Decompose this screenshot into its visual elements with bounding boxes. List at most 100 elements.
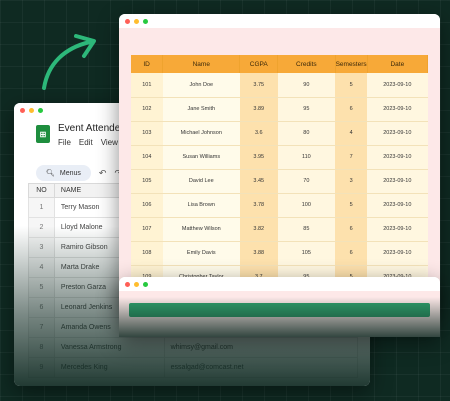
students-titlebar — [119, 14, 440, 28]
student-id[interactable]: 101 — [131, 73, 163, 98]
student-semesters[interactable]: 7 — [335, 145, 368, 170]
student-cgpa[interactable]: 3.45 — [239, 169, 278, 194]
student-date[interactable]: 2023-09-10 — [367, 97, 428, 122]
row-number[interactable]: 7 — [28, 317, 55, 338]
student-credits[interactable]: 110 — [277, 145, 336, 170]
student-cgpa[interactable]: 3.95 — [239, 145, 278, 170]
col-header-id[interactable]: ID — [131, 55, 164, 73]
student-credits[interactable]: 105 — [277, 241, 336, 266]
student-credits[interactable]: 95 — [277, 97, 336, 122]
table-row[interactable]: 103 Michael Johnson 3.6 80 4 2023-09-10 — [131, 121, 428, 146]
student-id[interactable]: 107 — [131, 217, 163, 242]
table-row[interactable]: 105 David Lee 3.45 70 3 2023-09-10 — [131, 169, 428, 194]
student-id[interactable]: 103 — [131, 121, 163, 146]
table-row[interactable]: 102 Jane Smith 3.89 95 6 2023-09-10 — [131, 97, 428, 122]
col-header-name[interactable]: Name — [162, 55, 241, 73]
table-row[interactable]: 106 Lisa Brown 3.78 100 5 2023-09-10 — [131, 193, 428, 218]
curved-arrow-icon — [42, 34, 96, 90]
student-name[interactable]: John Doe — [162, 73, 240, 98]
row-number[interactable]: 8 — [28, 337, 55, 358]
student-date[interactable]: 2023-09-10 — [367, 145, 428, 170]
table-row[interactable]: 108 Emily Davis 3.88 105 6 2023-09-10 — [131, 241, 428, 266]
student-name[interactable]: Jane Smith — [162, 97, 240, 122]
table-row[interactable]: 8 Vanessa Armstrong whimsy@gmail.com — [28, 337, 359, 358]
student-cgpa[interactable]: 3.6 — [239, 121, 278, 146]
close-dot[interactable] — [20, 107, 25, 113]
student-credits[interactable]: 70 — [277, 169, 336, 194]
student-name[interactable]: Lisa Brown — [162, 193, 240, 218]
table-row[interactable]: 107 Matthew Wilson 3.82 85 6 2023-09-10 — [131, 217, 428, 242]
student-cgpa[interactable]: 3.82 — [239, 217, 278, 242]
close-dot[interactable] — [125, 18, 130, 24]
row-number[interactable]: 1 — [28, 197, 55, 218]
sheets-logo-icon: ⊞ — [36, 125, 50, 143]
student-credits[interactable]: 90 — [277, 73, 336, 98]
attendee-name[interactable]: Mercedes King — [53, 357, 165, 378]
student-semesters[interactable]: 5 — [335, 73, 368, 98]
row-number[interactable]: 2 — [28, 217, 55, 238]
attendee-email[interactable]: essalgad@comcast.net — [163, 357, 359, 378]
student-date[interactable]: 2023-09-10 — [367, 169, 428, 194]
col-header-date[interactable]: Date — [367, 55, 429, 73]
student-semesters[interactable]: 5 — [335, 193, 368, 218]
student-semesters[interactable]: 6 — [335, 97, 368, 122]
student-semesters[interactable]: 6 — [335, 217, 368, 242]
close-dot[interactable] — [125, 281, 130, 287]
minimize-dot[interactable] — [134, 18, 139, 24]
col-header-no[interactable]: NO — [28, 183, 55, 198]
student-name[interactable]: Matthew Wilson — [162, 217, 240, 242]
student-date[interactable]: 2023-09-10 — [367, 193, 428, 218]
contacts-window — [119, 277, 440, 337]
row-number[interactable]: 3 — [28, 237, 55, 258]
table-row[interactable]: 104 Susan Williams 3.95 110 7 2023-09-10 — [131, 145, 428, 170]
student-name[interactable]: Susan Williams — [162, 145, 240, 170]
table-row[interactable]: 9 Mercedes King essalgad@comcast.net — [28, 357, 359, 378]
col-header-semesters[interactable]: Semesters — [335, 55, 368, 73]
student-name[interactable]: Michael Johnson — [162, 121, 240, 146]
student-credits[interactable]: 100 — [277, 193, 336, 218]
student-semesters[interactable]: 4 — [335, 121, 368, 146]
menu-view[interactable]: View — [101, 138, 118, 147]
attendee-email[interactable]: whimsy@gmail.com — [163, 337, 359, 358]
student-name[interactable]: Emily Davis — [162, 241, 240, 266]
undo-icon[interactable]: ↶ — [99, 168, 107, 179]
fade-overlay — [119, 297, 440, 337]
maximize-dot[interactable] — [143, 18, 148, 24]
student-id[interactable]: 102 — [131, 97, 163, 122]
row-number[interactable]: 4 — [28, 257, 55, 278]
row-number[interactable]: 9 — [28, 357, 55, 378]
row-number[interactable]: 5 — [28, 277, 55, 298]
col-header-cgpa[interactable]: CGPA — [239, 55, 279, 73]
student-cgpa[interactable]: 3.88 — [239, 241, 278, 266]
col-header-credits[interactable]: Credits — [277, 55, 336, 73]
student-cgpa[interactable]: 3.78 — [239, 193, 278, 218]
student-id[interactable]: 106 — [131, 193, 163, 218]
student-cgpa[interactable]: 3.75 — [239, 73, 278, 98]
maximize-dot[interactable] — [143, 281, 148, 287]
menu-edit[interactable]: Edit — [79, 138, 93, 147]
menus-search-label: Menus — [59, 169, 81, 177]
menu-file[interactable]: File — [58, 138, 71, 147]
maximize-dot[interactable] — [38, 107, 43, 113]
student-id[interactable]: 104 — [131, 145, 163, 170]
student-date[interactable]: 2023-09-10 — [367, 73, 428, 98]
student-date[interactable]: 2023-09-10 — [367, 121, 428, 146]
student-id[interactable]: 105 — [131, 169, 163, 194]
student-semesters[interactable]: 6 — [335, 241, 368, 266]
minimize-dot[interactable] — [29, 107, 34, 113]
minimize-dot[interactable] — [134, 281, 139, 287]
students-header-row: ID Name CGPA Credits Semesters Date — [131, 55, 429, 73]
attendee-name[interactable]: Vanessa Armstrong — [53, 337, 165, 358]
student-semesters[interactable]: 3 — [335, 169, 368, 194]
student-credits[interactable]: 80 — [277, 121, 336, 146]
search-icon: 🔍︎ — [46, 170, 55, 177]
student-date[interactable]: 2023-09-10 — [367, 217, 428, 242]
student-date[interactable]: 2023-09-10 — [367, 241, 428, 266]
student-name[interactable]: David Lee — [162, 169, 240, 194]
student-cgpa[interactable]: 3.89 — [239, 97, 278, 122]
menus-search[interactable]: 🔍︎ Menus — [36, 165, 91, 181]
row-number[interactable]: 6 — [28, 297, 55, 318]
table-row[interactable]: 101 John Doe 3.75 90 5 2023-09-10 — [131, 73, 428, 98]
student-credits[interactable]: 85 — [277, 217, 336, 242]
student-id[interactable]: 108 — [131, 241, 163, 266]
